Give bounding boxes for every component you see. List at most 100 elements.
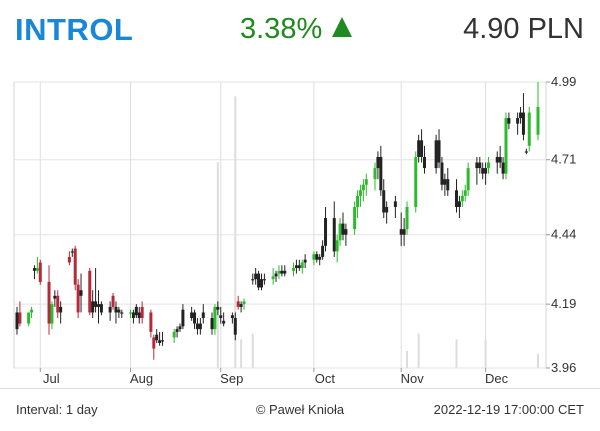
candle-body	[15, 312, 19, 330]
candle-body	[358, 190, 362, 196]
plot-frame	[13, 81, 547, 369]
candle-body	[137, 312, 141, 319]
candle-body	[382, 190, 386, 213]
candle-body	[181, 309, 185, 327]
candle-body	[236, 301, 240, 307]
volume-bar	[406, 350, 409, 368]
candle-body	[47, 281, 51, 324]
candle-body	[195, 323, 199, 330]
candle	[257, 270, 261, 291]
candlestick-chart: 3.96 4.19 4.44 4.71 4.99 Jul Aug Sep Oct Nov Dec	[13, 74, 576, 386]
candle-body	[379, 156, 383, 191]
candle-body	[501, 162, 505, 174]
candle	[527, 106, 531, 152]
candle-body	[484, 168, 488, 174]
candle-body	[155, 334, 159, 341]
candle-body	[437, 140, 441, 163]
candle-body	[38, 262, 42, 282]
candle-body	[53, 295, 57, 299]
candle-body	[201, 312, 205, 319]
candle-body	[318, 256, 322, 260]
candle-body	[280, 270, 284, 274]
candle-body	[94, 301, 98, 307]
candle-body	[294, 265, 298, 269]
candle-body	[239, 304, 243, 307]
timestamp-label: 2022-12-19 17:00:00 CET	[433, 402, 584, 417]
candle-body	[73, 248, 77, 285]
volume-bar	[537, 353, 539, 368]
candle-body	[481, 168, 485, 174]
candle-body	[361, 184, 365, 191]
candle-body	[111, 295, 115, 307]
y-tick-label: 4.44	[551, 227, 576, 242]
candle-body	[303, 259, 307, 263]
candle-body	[292, 268, 296, 271]
candle-body	[210, 318, 214, 330]
candle-body	[117, 309, 121, 313]
candle-body	[27, 312, 31, 324]
candle-body	[399, 229, 403, 235]
candle-body	[259, 279, 263, 288]
candle-body	[277, 270, 281, 274]
candle-body	[178, 326, 182, 330]
candle-body	[321, 245, 325, 257]
candle-body	[300, 262, 304, 269]
candle-body	[222, 320, 226, 324]
x-axis: Jul Aug Sep Oct Nov Dec	[39, 368, 509, 386]
candle-body	[422, 156, 426, 169]
volume-bar	[240, 339, 243, 368]
candle-body	[536, 106, 540, 135]
candle-body	[324, 218, 328, 246]
volume-bar	[216, 162, 219, 368]
candle-body	[364, 179, 368, 185]
x-tick-label: Nov	[401, 371, 425, 386]
candle-body	[114, 306, 118, 313]
candle-body	[35, 268, 39, 271]
x-tick-label: Sep	[220, 371, 243, 386]
chart-footer: Interval: 1 day © Paweł Knioła 2022-12-1…	[0, 388, 600, 431]
candle-body	[315, 254, 319, 260]
candle-body	[251, 279, 255, 281]
candle-body	[88, 270, 92, 313]
candle-body	[393, 201, 397, 207]
candle-body	[463, 190, 467, 196]
candle-body	[312, 254, 316, 260]
candle-body	[96, 304, 100, 307]
candle-body	[455, 190, 459, 207]
candle-body	[353, 206, 357, 230]
y-axis: 3.96 4.19 4.44 4.71 4.99	[546, 74, 576, 375]
candle-body	[516, 118, 520, 124]
candle-body	[79, 290, 83, 296]
candle-body	[254, 273, 258, 280]
candle	[434, 134, 438, 174]
candle-body	[175, 329, 179, 332]
candle-body	[161, 340, 165, 342]
candle-body	[108, 306, 112, 313]
volume-bar	[417, 333, 420, 368]
candle-body	[373, 168, 377, 180]
candle-body	[414, 156, 418, 207]
candle	[504, 112, 508, 180]
candle-body	[376, 156, 380, 169]
x-tick-label: Dec	[485, 371, 509, 386]
candle-body	[341, 223, 345, 235]
candle-body	[498, 156, 502, 163]
candle-body	[274, 273, 278, 277]
candle-body	[193, 312, 197, 324]
candle-body	[420, 140, 424, 157]
candle-body	[356, 195, 360, 207]
candle	[76, 279, 80, 319]
last-price: 4.90 PLN	[463, 13, 584, 45]
candle-body	[233, 318, 237, 335]
candle	[38, 259, 42, 285]
price-change-value: 3.38%	[240, 13, 323, 45]
candle-body	[405, 206, 409, 230]
quote-header: INTROL 3.38% 4.90 PLN	[0, 0, 600, 62]
candle-body	[487, 162, 491, 169]
price-change: 3.38%	[240, 13, 353, 46]
candle-body	[158, 340, 162, 344]
candle-body	[50, 304, 54, 324]
candle-body	[262, 279, 266, 281]
candle-body	[32, 268, 36, 271]
candle-body	[466, 168, 470, 191]
